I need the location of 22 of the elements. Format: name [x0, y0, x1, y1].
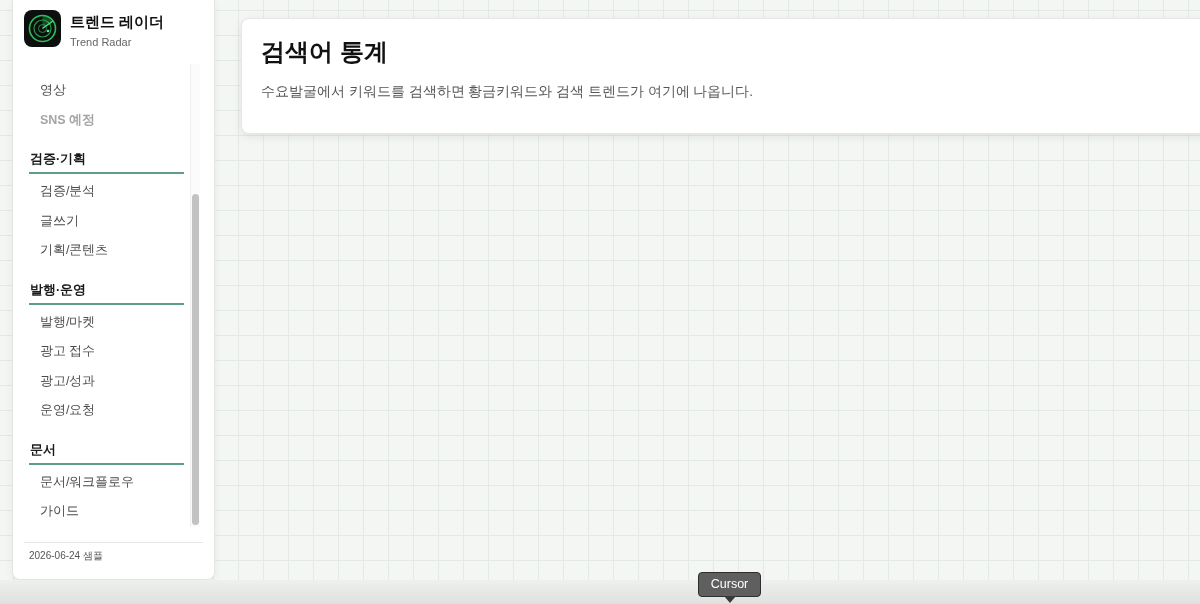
nav-item[interactable]: 문서/워크플로우	[29, 467, 184, 497]
section-heading: 발행·운영	[29, 280, 184, 305]
footer-date: 2026-06-24 샘플	[28, 549, 104, 563]
page-title: 검색어 통계	[261, 37, 389, 67]
tooltip-pointer-icon	[723, 596, 736, 603]
app-title: 트렌드 레이더	[70, 12, 165, 32]
nav-item[interactable]: 검증/분석	[29, 177, 184, 207]
cursor-tooltip: Cursor	[698, 572, 761, 597]
nav-item[interactable]: 글쓰기	[29, 206, 184, 236]
scrollbar-thumb[interactable]	[192, 194, 199, 525]
nav-item[interactable]: 발행/마켓	[29, 307, 184, 337]
nav-item[interactable]: 광고/성과	[29, 366, 184, 396]
nav-item[interactable]: 영상	[29, 76, 184, 106]
nav-item[interactable]: 운영/요청	[29, 396, 184, 426]
section-heading: 문서	[29, 440, 184, 465]
app-subtitle: Trend Radar	[70, 35, 133, 50]
nav-item[interactable]: 기획/콘텐츠	[29, 236, 184, 266]
radar-logo-icon	[24, 10, 61, 47]
nav-item[interactable]: 가이드	[29, 497, 184, 527]
page-description: 수요발굴에서 키워드를 검색하면 황금키워드와 검색 트렌드가 여기에 나옵니다.	[261, 83, 754, 101]
nav-item[interactable]: 광고 접수	[29, 337, 184, 367]
section-heading: 검증·기획	[29, 150, 184, 174]
